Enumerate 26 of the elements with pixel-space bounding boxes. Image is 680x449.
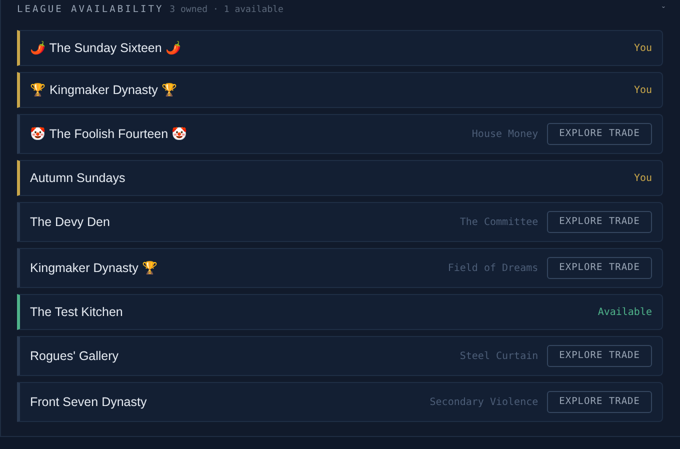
collapse-toggle[interactable]: ˇ	[662, 6, 665, 15]
league-name: Rogues' Gallery	[30, 348, 119, 365]
league-name: The Devy Den	[30, 214, 110, 231]
section-title: LEAGUE AVAILABILITY	[17, 3, 164, 18]
league-name: 🌶 The Sunday Sixteen 🌶	[30, 40, 182, 57]
owner-name: The Committee	[460, 216, 538, 230]
owner-name: House Money	[472, 128, 538, 142]
owner-name: Field of Dreams	[448, 262, 538, 276]
league-name: 🤡 The Foolish Fourteen 🤡	[30, 126, 188, 143]
league-name: The Test Kitchen	[30, 304, 123, 321]
explore-trade-button[interactable]: EXPLORE TRADE	[547, 257, 652, 279]
owner-label: You	[634, 84, 652, 98]
league-name: 🏆 Kingmaker Dynasty 🏆	[30, 82, 178, 99]
explore-trade-button[interactable]: EXPLORE TRADE	[547, 211, 652, 233]
owner-name: Secondary Violence	[430, 396, 538, 410]
league-name: Front Seven Dynasty	[30, 394, 147, 411]
owner-label: You	[634, 172, 652, 186]
explore-trade-button[interactable]: EXPLORE TRADE	[547, 391, 652, 413]
owner-label: You	[634, 42, 652, 56]
explore-trade-button[interactable]: EXPLORE TRADE	[547, 123, 652, 145]
status-label: Available	[598, 306, 652, 320]
league-name: Kingmaker Dynasty 🏆	[30, 260, 158, 277]
owner-name: Steel Curtain	[460, 350, 538, 364]
explore-trade-button[interactable]: EXPLORE TRADE	[547, 345, 652, 367]
league-name: Autumn Sundays	[30, 170, 126, 187]
section-summary: 3 owned · 1 available	[170, 4, 284, 17]
